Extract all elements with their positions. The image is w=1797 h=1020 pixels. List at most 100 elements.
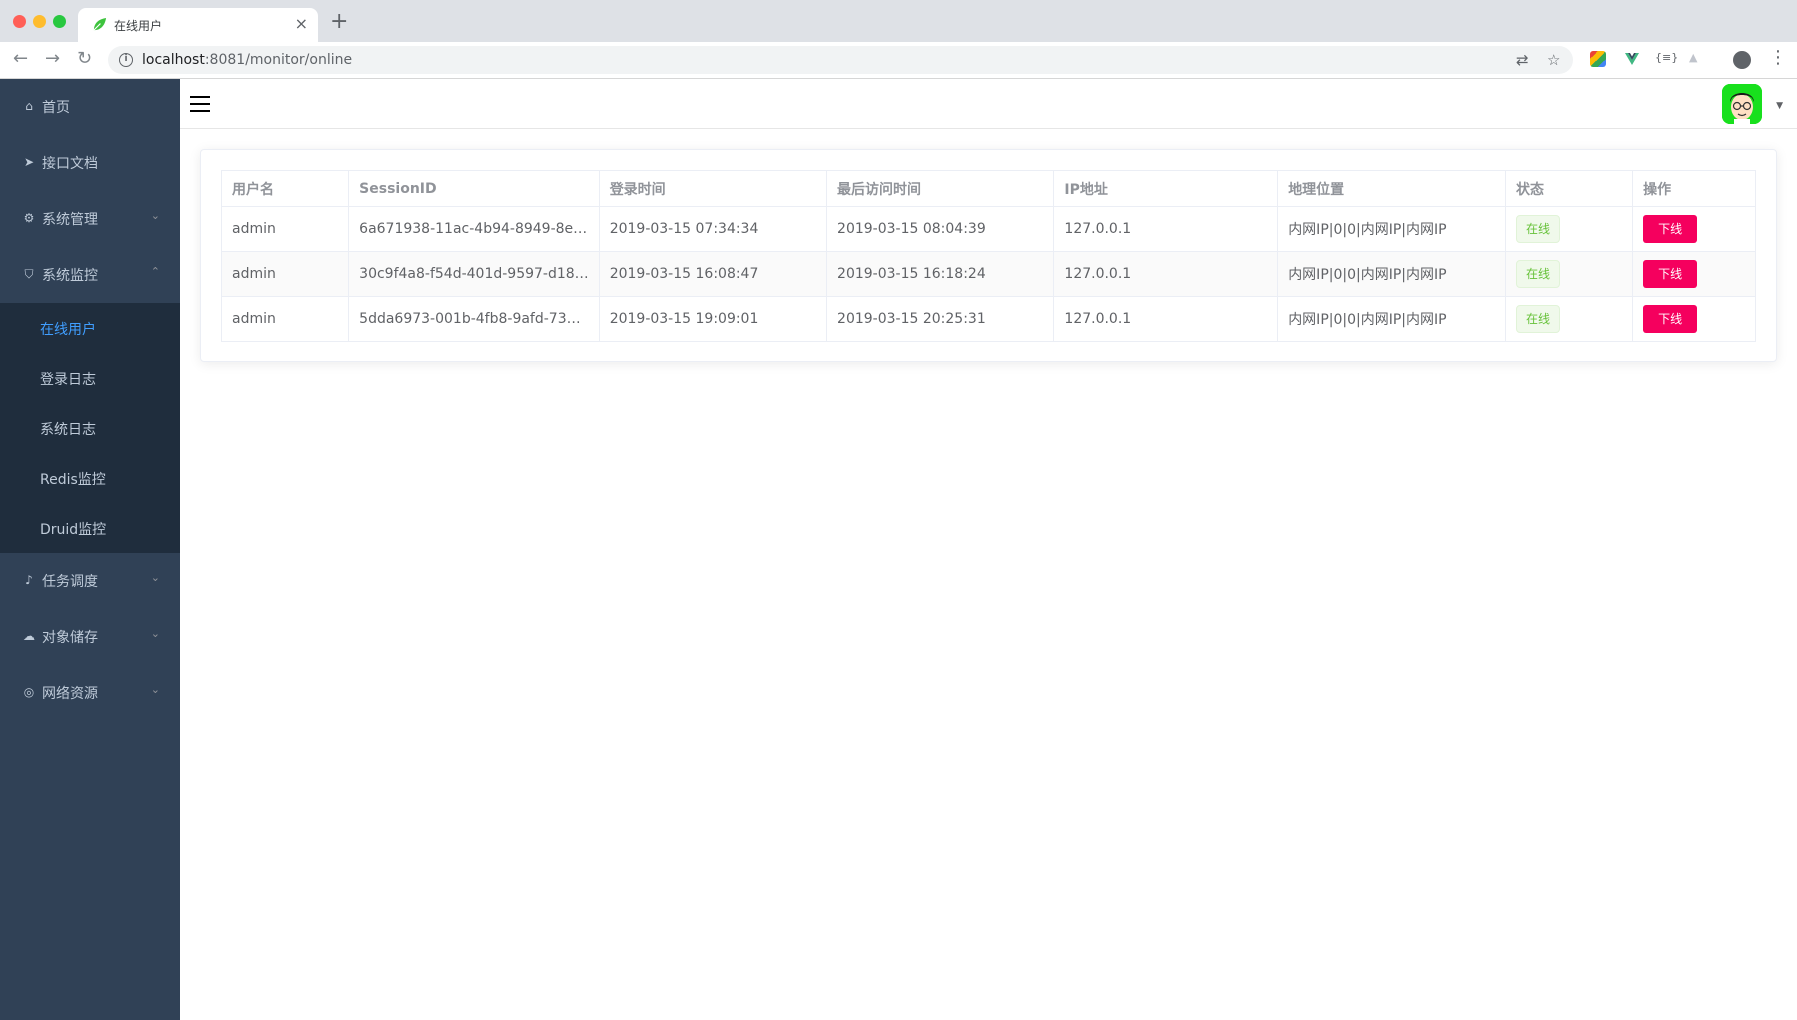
close-tab-icon[interactable]: × <box>295 15 308 33</box>
paper-plane-icon: ➤ <box>23 155 35 169</box>
cell-login-time: 2019-03-15 16:08:47 <box>598 251 828 297</box>
browser-menu-icon[interactable]: ⋮ <box>1769 48 1787 68</box>
sidebar-item-label: Druid监控 <box>40 522 107 538</box>
sidebar-item-label: 系统管理 <box>42 212 98 228</box>
cell-last-access-time: 2019-03-15 16:18:24 <box>826 251 1055 297</box>
sidebar-item-network-resources[interactable]: ◎ 网络资源 ⌄ <box>0 665 180 721</box>
cloud-icon: ☁ <box>23 629 35 643</box>
back-icon[interactable]: ← <box>13 48 28 70</box>
sidebar-item-home[interactable]: ⌂ 首页 <box>0 79 180 135</box>
cell-username: admin <box>220 251 350 297</box>
browser-toolbar: ← → ↻ i localhost:8081/monitor/online ⇄ … <box>0 42 1797 79</box>
sidebar-item-task-scheduling[interactable]: ♪ 任务调度 ⌄ <box>0 553 180 609</box>
window-minimize-button[interactable] <box>33 15 46 28</box>
browser-tab-bar: 在线用户 × + <box>0 0 1797 42</box>
sidebar-item-label: 系统日志 <box>40 422 96 438</box>
cell-location: 内网IP|0|0|内网IP|内网IP <box>1277 251 1506 297</box>
reload-icon[interactable]: ↻ <box>77 48 92 70</box>
sidebar-item-label: 首页 <box>42 100 70 116</box>
cell-action: 下线 <box>1632 251 1756 297</box>
sidebar-item-system-management[interactable]: ⚙ 系统管理 ⌄ <box>0 191 180 247</box>
table-row: admin 6a671938-11ac-4b94-8949-8e… 2019-0… <box>220 206 1756 252</box>
forward-icon[interactable]: → <box>45 48 60 70</box>
gear-icon: ⚙ <box>23 211 35 225</box>
cell-action: 下线 <box>1632 206 1756 252</box>
cell-location: 内网IP|0|0|内网IP|内网IP <box>1277 296 1506 342</box>
column-header-session-id[interactable]: SessionID <box>348 170 600 207</box>
chevron-down-icon: ⌄ <box>150 627 160 640</box>
sidebar-item-label: Redis监控 <box>40 472 106 488</box>
column-header-status[interactable]: 状态 <box>1504 170 1634 207</box>
column-header-ip-address[interactable]: IP地址 <box>1053 170 1279 207</box>
status-badge: 在线 <box>1515 305 1560 333</box>
hamburger-menu-icon[interactable] <box>190 96 210 112</box>
cell-location: 内网IP|0|0|内网IP|内网IP <box>1277 206 1506 252</box>
address-bar[interactable]: i localhost:8081/monitor/online ⇄ ☆ <box>108 46 1573 74</box>
avatar[interactable] <box>1722 84 1762 124</box>
cell-status: 在线 <box>1504 206 1634 252</box>
url-text[interactable]: localhost:8081/monitor/online <box>142 52 352 68</box>
force-logout-button[interactable]: 下线 <box>1643 260 1698 288</box>
column-header-action[interactable]: 操作 <box>1632 170 1756 207</box>
cell-status: 在线 <box>1504 296 1634 342</box>
cell-session-id: 6a671938-11ac-4b94-8949-8e… <box>348 206 600 252</box>
online-users-card: 用户名 SessionID 登录时间 最后访问时间 IP地址 地理位置 状态 操… <box>200 149 1777 362</box>
extension-disabled-icon[interactable]: ▲ <box>1689 51 1697 64</box>
sidebar-item-label: 任务调度 <box>42 574 98 590</box>
sidebar-item-system-log[interactable]: 系统日志 <box>0 403 180 453</box>
star-icon[interactable]: ☆ <box>1547 51 1560 69</box>
table-row: admin 5dda6973-001b-4fb8-9afd-73… 2019-0… <box>220 296 1756 342</box>
sidebar-item-online-users[interactable]: 在线用户 <box>0 303 180 353</box>
shield-icon: ⛉ <box>24 267 34 281</box>
window-close-button[interactable] <box>13 15 26 28</box>
cell-status: 在线 <box>1504 251 1634 297</box>
column-header-login-time[interactable]: 登录时间 <box>598 170 828 207</box>
table-header-row: 用户名 SessionID 登录时间 最后访问时间 IP地址 地理位置 状态 操… <box>220 170 1756 207</box>
column-header-username[interactable]: 用户名 <box>220 170 350 207</box>
new-tab-button[interactable]: + <box>330 11 348 33</box>
chevron-up-icon: ⌃ <box>150 265 160 278</box>
cell-session-id: 5dda6973-001b-4fb8-9afd-73… <box>348 296 600 342</box>
home-icon: ⌂ <box>25 99 33 113</box>
column-header-last-access-time[interactable]: 最后访问时间 <box>826 170 1055 207</box>
cell-ip-address: 127.0.0.1 <box>1053 251 1279 297</box>
column-header-location[interactable]: 地理位置 <box>1277 170 1506 207</box>
chevron-down-icon: ⌄ <box>150 571 160 584</box>
sidebar-item-label: 对象储存 <box>42 630 98 646</box>
sidebar-item-druid-monitor[interactable]: Druid监控 <box>0 503 180 553</box>
sidebar-item-login-log[interactable]: 登录日志 <box>0 353 180 403</box>
translate-icon[interactable]: ⇄ <box>1516 51 1529 69</box>
cell-login-time: 2019-03-15 19:09:01 <box>598 296 828 342</box>
info-icon[interactable]: i <box>119 53 133 67</box>
sidebar-item-label: 接口文档 <box>42 156 98 172</box>
window-zoom-button[interactable] <box>53 15 66 28</box>
top-navbar: ▼ <box>180 79 1797 129</box>
sidebar: ⌂ 首页 ➤ 接口文档 ⚙ 系统管理 ⌄ ⛉ 系统监控 ⌃ 在线用户 登录日志 … <box>0 79 180 1020</box>
sidebar-item-object-storage[interactable]: ☁ 对象储存 ⌄ <box>0 609 180 665</box>
vue-devtools-icon[interactable] <box>1624 51 1640 67</box>
sidebar-item-api-docs[interactable]: ➤ 接口文档 <box>0 135 180 191</box>
main-content: 用户名 SessionID 登录时间 最后访问时间 IP地址 地理位置 状态 操… <box>180 129 1797 1020</box>
leaf-icon <box>93 17 107 31</box>
status-badge: 在线 <box>1515 215 1560 243</box>
sidebar-item-system-monitor[interactable]: ⛉ 系统监控 ⌃ <box>0 247 180 303</box>
sidebar-item-label: 网络资源 <box>42 686 98 702</box>
caret-down-icon[interactable]: ▼ <box>1776 101 1783 111</box>
cell-username: admin <box>220 206 350 252</box>
cell-last-access-time: 2019-03-15 08:04:39 <box>826 206 1055 252</box>
tab-title: 在线用户 <box>114 19 163 33</box>
force-logout-button[interactable]: 下线 <box>1643 215 1698 243</box>
cell-session-id: 30c9f4a8-f54d-401d-9597-d18… <box>348 251 600 297</box>
json-extension-icon[interactable]: {≡} <box>1655 51 1678 64</box>
sidebar-item-label: 登录日志 <box>40 372 96 388</box>
cell-username: admin <box>220 296 350 342</box>
browser-tab[interactable]: 在线用户 × <box>78 8 318 42</box>
profile-icon[interactable] <box>1733 51 1751 69</box>
sidebar-item-redis-monitor[interactable]: Redis监控 <box>0 453 180 503</box>
force-logout-button[interactable]: 下线 <box>1643 305 1698 333</box>
avatar-face-icon <box>1722 84 1762 124</box>
submenu-system-monitor: 在线用户 登录日志 系统日志 Redis监控 Druid监控 <box>0 303 180 553</box>
extension-color-icon[interactable] <box>1590 51 1606 67</box>
cell-login-time: 2019-03-15 07:34:34 <box>598 206 828 252</box>
chevron-down-icon: ⌄ <box>150 683 160 696</box>
